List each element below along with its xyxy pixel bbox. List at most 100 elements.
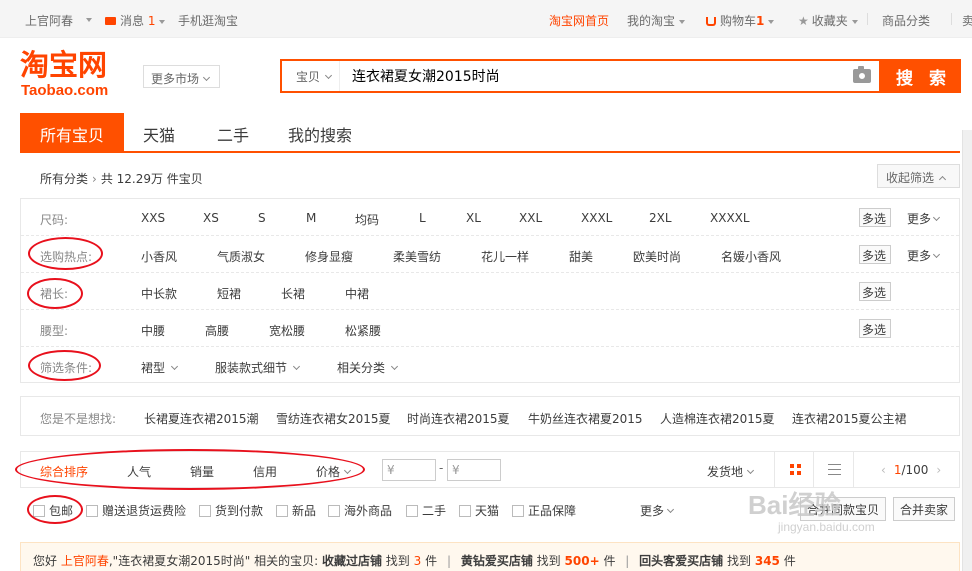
checkbox-free-shipping[interactable]: 包邮 xyxy=(33,502,73,519)
taobao-logo-domain[interactable]: Taobao.com xyxy=(21,83,108,98)
more-values-link[interactable]: 更多 xyxy=(907,247,941,264)
camera-icon[interactable] xyxy=(853,66,871,83)
prev-page-icon[interactable]: ‹ xyxy=(881,463,886,477)
filter-value[interactable]: 气质淑女 xyxy=(217,248,265,265)
cart-link[interactable]: 购物车1 xyxy=(706,12,775,29)
filter-dropdown[interactable]: 裙型 xyxy=(141,359,179,376)
related-search-link[interactable]: 时尚连衣裙2015夏 xyxy=(407,410,510,427)
taobao-logo[interactable]: 淘宝网 xyxy=(20,51,107,80)
tab-my-search[interactable]: 我的搜索 xyxy=(278,113,362,151)
notice-group-label[interactable]: 收藏过店铺 xyxy=(322,554,382,568)
filter-value[interactable]: 中长款 xyxy=(141,285,177,302)
filter-value[interactable]: M xyxy=(306,211,316,225)
next-page-icon[interactable]: › xyxy=(936,463,941,477)
checkbox-new[interactable]: 新品 xyxy=(276,502,316,519)
price-min-input[interactable]: ¥ xyxy=(382,459,436,481)
notice-group-label[interactable]: 回头客爱买店铺 xyxy=(639,554,723,568)
tab-all-items[interactable]: 所有宝贝 xyxy=(20,113,124,151)
page-scrollbar[interactable] xyxy=(962,130,972,571)
categories-link[interactable]: 商品分类 xyxy=(882,12,930,29)
sort-credit[interactable]: 信用 xyxy=(253,463,277,480)
messages-count: 1 xyxy=(147,14,156,28)
collapse-filters-button[interactable]: 收起筛选 xyxy=(877,164,960,188)
ship-from-dropdown[interactable]: 发货地 xyxy=(707,463,755,480)
mobile-taobao-link[interactable]: 手机逛淘宝 xyxy=(178,12,238,29)
my-taobao-link[interactable]: 我的淘宝 xyxy=(627,12,686,29)
related-search-link[interactable]: 人造棉连衣裙2015夏 xyxy=(660,410,775,427)
filter-value[interactable]: XXXXL xyxy=(710,211,750,225)
filter-dropdown-label: 相关分类 xyxy=(337,361,386,375)
price-max-input[interactable]: ¥ xyxy=(447,459,501,481)
related-search-link[interactable]: 长裙夏连衣裙2015潮 xyxy=(144,410,259,427)
related-search-link[interactable]: 连衣裙2015夏公主裙 xyxy=(792,410,907,427)
tab-second-hand[interactable]: 二手 xyxy=(200,113,266,151)
seller-center-link[interactable]: 卖 xyxy=(962,12,972,29)
filter-value[interactable]: 名媛小香风 xyxy=(721,248,781,265)
sort-sales[interactable]: 销量 xyxy=(190,463,214,480)
filter-label: 选购热点: xyxy=(40,250,93,264)
filter-dropdown[interactable]: 相关分类 xyxy=(337,359,399,376)
sort-price[interactable]: 价格 xyxy=(316,463,352,480)
multi-select-button[interactable]: 多选 xyxy=(859,208,891,227)
related-search-link[interactable]: 雪纺连衣裙女2015夏 xyxy=(276,410,391,427)
filter-value[interactable]: 小香风 xyxy=(141,248,177,265)
filter-value[interactable]: 宽松腰 xyxy=(269,322,305,339)
checkbox-cod[interactable]: 货到付款 xyxy=(199,502,263,519)
filter-value[interactable]: 中裙 xyxy=(345,285,369,302)
checkbox-genuine[interactable]: 正品保障 xyxy=(512,502,576,519)
grid-view-button[interactable] xyxy=(774,452,814,487)
related-search-link[interactable]: 牛奶丝连衣裙夏2015 xyxy=(528,410,643,427)
home-link[interactable]: 淘宝网首页 xyxy=(549,12,609,29)
merge-sellers-button[interactable]: 合并卖家 xyxy=(893,497,956,521)
filter-value[interactable]: XXL xyxy=(519,211,542,225)
filter-value[interactable]: 欧美时尚 xyxy=(633,248,681,265)
filter-value[interactable]: 高腰 xyxy=(205,322,229,339)
chevron-down-icon xyxy=(390,362,399,371)
search-input[interactable] xyxy=(346,61,836,91)
filter-value[interactable]: L xyxy=(419,211,426,225)
sort-popularity[interactable]: 人气 xyxy=(127,463,151,480)
username-link[interactable]: 上官阿春 xyxy=(25,12,73,29)
filter-value[interactable]: 松紧腰 xyxy=(345,322,381,339)
multi-select-button[interactable]: 多选 xyxy=(859,282,891,301)
filter-value[interactable]: 短裙 xyxy=(217,285,241,302)
list-view-button[interactable] xyxy=(814,452,854,487)
username-menu-caret[interactable] xyxy=(82,12,92,26)
notice-username[interactable]: 上官阿春 xyxy=(61,554,109,568)
more-values-link[interactable]: 更多 xyxy=(907,210,941,227)
notice-group-label[interactable]: 黄钻爱买店铺 xyxy=(461,554,533,568)
multi-select-button[interactable]: 多选 xyxy=(859,319,891,338)
favorites-link[interactable]: ★ 收藏夹 xyxy=(798,12,858,29)
checkbox-label: 二手 xyxy=(422,504,447,518)
filter-value[interactable]: XS xyxy=(203,211,219,225)
filter-value[interactable]: 甜美 xyxy=(569,248,593,265)
chevron-down-icon xyxy=(343,466,352,475)
checkbox-return-insurance[interactable]: 赠送退货运费险 xyxy=(86,502,186,519)
checkbox-label: 新品 xyxy=(292,504,317,518)
more-options-dropdown[interactable]: 更多 xyxy=(640,502,675,519)
more-market-dropdown[interactable]: 更多市场 xyxy=(143,65,220,88)
filter-value[interactable]: 长裙 xyxy=(281,285,305,302)
checkbox-overseas[interactable]: 海外商品 xyxy=(328,502,392,519)
filter-value[interactable]: 2XL xyxy=(649,211,672,225)
breadcrumb-root[interactable]: 所有分类 xyxy=(40,172,88,186)
filter-value[interactable]: 柔美雪纺 xyxy=(393,248,441,265)
checkbox-tmall[interactable]: 天猫 xyxy=(459,502,499,519)
messages-link[interactable]: 消息 1 xyxy=(105,12,166,29)
checkbox-second-hand[interactable]: 二手 xyxy=(406,502,446,519)
filter-value[interactable]: S xyxy=(258,211,266,225)
search-button[interactable]: 搜 索 xyxy=(881,59,961,93)
filter-value[interactable]: 修身显瘦 xyxy=(305,248,353,265)
sort-default[interactable]: 综合排序 xyxy=(40,463,88,480)
multi-select-button[interactable]: 多选 xyxy=(859,245,891,264)
filter-value[interactable]: XL xyxy=(466,211,481,225)
search-type-select[interactable]: 宝贝 xyxy=(282,61,340,91)
filter-value[interactable]: XXS xyxy=(141,211,165,225)
filter-value[interactable]: 中腰 xyxy=(141,322,165,339)
filter-value[interactable]: XXXL xyxy=(581,211,612,225)
filter-value[interactable]: 花儿一样 xyxy=(481,248,529,265)
tab-tmall[interactable]: 天猫 xyxy=(126,113,192,151)
filter-value[interactable]: 均码 xyxy=(355,211,379,228)
filter-dropdown[interactable]: 服装款式细节 xyxy=(215,359,301,376)
search-tabs: 所有宝贝 天猫 二手 我的搜索 xyxy=(20,113,960,153)
